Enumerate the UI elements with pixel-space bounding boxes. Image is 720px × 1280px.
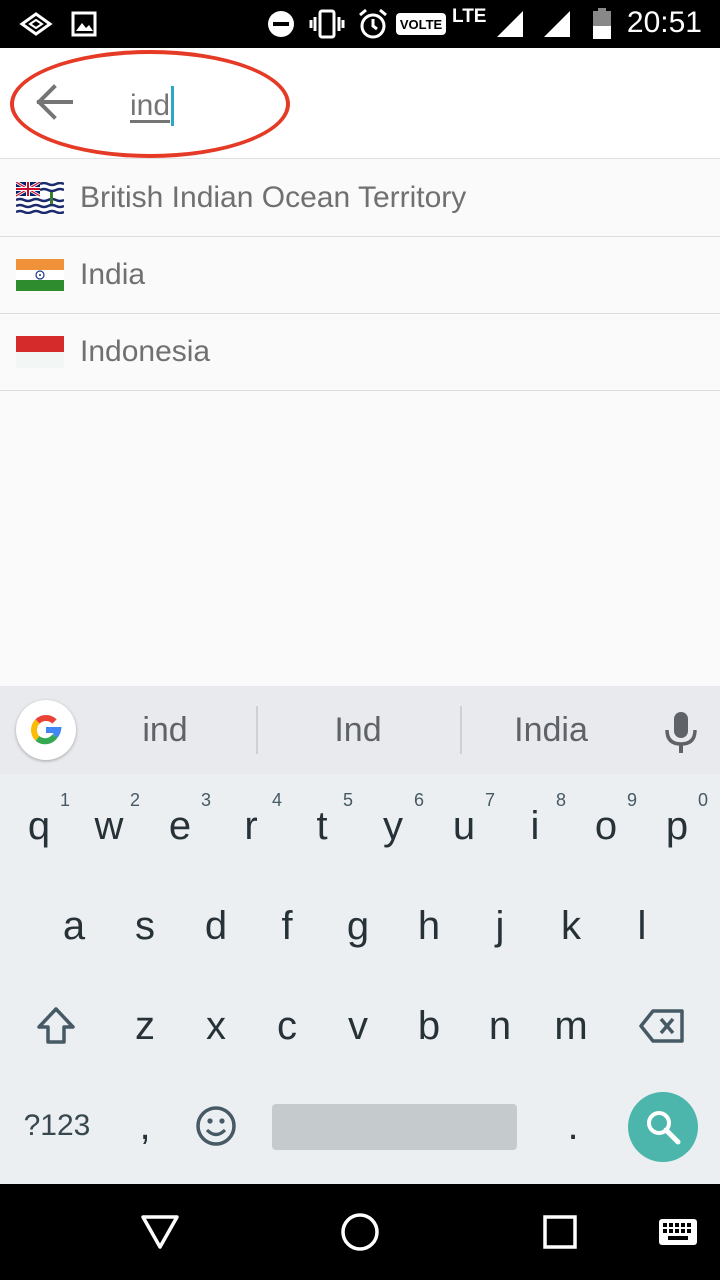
key-hint: 8 xyxy=(555,790,566,810)
key-hint: 3 xyxy=(200,790,211,810)
clock: 20:51 xyxy=(626,6,702,39)
home-nav-icon[interactable] xyxy=(338,1212,382,1252)
key-p[interactable]: p0 xyxy=(642,786,712,866)
symbols-key[interactable]: ?123 xyxy=(12,1086,102,1166)
network-type: LTE xyxy=(452,6,487,27)
india-flag xyxy=(16,259,64,291)
divider xyxy=(460,706,462,754)
back-nav-icon[interactable] xyxy=(138,1212,182,1252)
key-v[interactable]: v xyxy=(323,986,393,1066)
search-icon[interactable] xyxy=(628,1092,698,1162)
key-label: o xyxy=(594,803,618,848)
key-label: u xyxy=(452,803,476,848)
key-m[interactable]: m xyxy=(536,986,606,1066)
key-g[interactable]: g xyxy=(323,886,393,966)
key-d[interactable]: d xyxy=(181,886,251,966)
image-icon xyxy=(70,8,98,40)
key-w[interactable]: w2 xyxy=(74,786,144,866)
key-k[interactable]: k xyxy=(536,886,606,966)
key-label: w xyxy=(94,803,124,848)
vibrate-icon xyxy=(308,8,346,40)
key-hint: 2 xyxy=(129,790,140,810)
key-y[interactable]: y6 xyxy=(358,786,428,866)
key-t[interactable]: t5 xyxy=(287,786,357,866)
volte-indicator: VOLTE xyxy=(396,13,446,35)
key-l[interactable]: l xyxy=(607,886,677,966)
country-name: British Indian Ocean Territory xyxy=(80,181,467,214)
key-o[interactable]: o9 xyxy=(571,786,641,866)
cast-icon xyxy=(18,8,54,40)
key-hint: 4 xyxy=(271,790,282,810)
key-label: p xyxy=(665,803,689,848)
search-query-text: ind xyxy=(130,89,171,122)
key-c[interactable]: c xyxy=(252,986,322,1066)
arrow-back-icon[interactable] xyxy=(34,84,78,124)
list-item[interactable]: British Indian Ocean Territory xyxy=(0,160,720,237)
search-bar: ind xyxy=(0,48,720,159)
key-label: t xyxy=(316,803,328,848)
key-hint: 5 xyxy=(342,790,353,810)
key-a[interactable]: a xyxy=(39,886,109,966)
signal-icon xyxy=(494,8,526,40)
divider xyxy=(256,706,258,754)
key-f[interactable]: f xyxy=(252,886,322,966)
recents-nav-icon[interactable] xyxy=(538,1212,582,1252)
key-h[interactable]: h xyxy=(394,886,464,966)
key-hint: 7 xyxy=(484,790,495,810)
key-period[interactable]: . xyxy=(538,1086,608,1166)
key-label: r xyxy=(244,803,258,848)
key-x[interactable]: x xyxy=(181,986,251,1066)
key-j[interactable]: j xyxy=(465,886,535,966)
backspace-icon[interactable] xyxy=(622,986,702,1066)
key-i[interactable]: i8 xyxy=(500,786,570,866)
country-result-list: British Indian Ocean Territory India Ind… xyxy=(0,160,720,391)
key-hint: 1 xyxy=(59,790,70,810)
key-hint: 9 xyxy=(626,790,637,810)
suggestion-2[interactable]: Ind xyxy=(300,708,416,752)
suggestion-1[interactable]: ind xyxy=(110,708,220,752)
key-r[interactable]: r4 xyxy=(216,786,286,866)
key-label: y xyxy=(383,803,403,848)
microphone-icon[interactable] xyxy=(664,710,698,754)
key-comma[interactable]: , xyxy=(110,1086,180,1166)
google-icon[interactable] xyxy=(16,700,76,760)
list-item[interactable]: Indonesia xyxy=(0,314,720,391)
indonesia-flag xyxy=(16,336,64,368)
key-label: q xyxy=(27,803,51,848)
search-input[interactable]: ind xyxy=(130,84,550,128)
key-e[interactable]: e3 xyxy=(145,786,215,866)
text-caret xyxy=(171,86,175,126)
key-s[interactable]: s xyxy=(110,886,180,966)
key-hint: 6 xyxy=(413,790,424,810)
key-label: e xyxy=(168,803,192,848)
soft-keyboard: ind Ind India q1 w2 e3 r4 t5 y6 u7 i8 o9… xyxy=(0,686,720,1184)
keyboard-switch-icon[interactable] xyxy=(656,1212,700,1252)
status-bar: VOLTE LTE 20:51 xyxy=(0,0,720,48)
british-indian-ocean-territory-flag xyxy=(16,182,64,214)
key-b[interactable]: b xyxy=(394,986,464,1066)
emoji-icon[interactable] xyxy=(181,1086,251,1166)
key-label: i xyxy=(530,803,540,848)
key-z[interactable]: z xyxy=(110,986,180,1066)
signal-icon xyxy=(540,8,574,40)
spacebar[interactable] xyxy=(272,1104,517,1150)
key-n[interactable]: n xyxy=(465,986,535,1066)
country-name: Indonesia xyxy=(80,335,211,368)
key-q[interactable]: q1 xyxy=(4,786,74,866)
suggestion-strip: ind Ind India xyxy=(0,686,720,774)
key-hint: 0 xyxy=(697,790,708,810)
suggestion-3[interactable]: India xyxy=(496,708,606,752)
battery-icon xyxy=(590,8,614,40)
navigation-bar xyxy=(0,1184,720,1280)
shift-icon[interactable] xyxy=(20,986,92,1066)
do-not-disturb-icon xyxy=(266,8,296,40)
country-name: India xyxy=(80,258,146,291)
list-item[interactable]: India xyxy=(0,237,720,314)
key-u[interactable]: u7 xyxy=(429,786,499,866)
alarm-icon xyxy=(356,8,390,40)
